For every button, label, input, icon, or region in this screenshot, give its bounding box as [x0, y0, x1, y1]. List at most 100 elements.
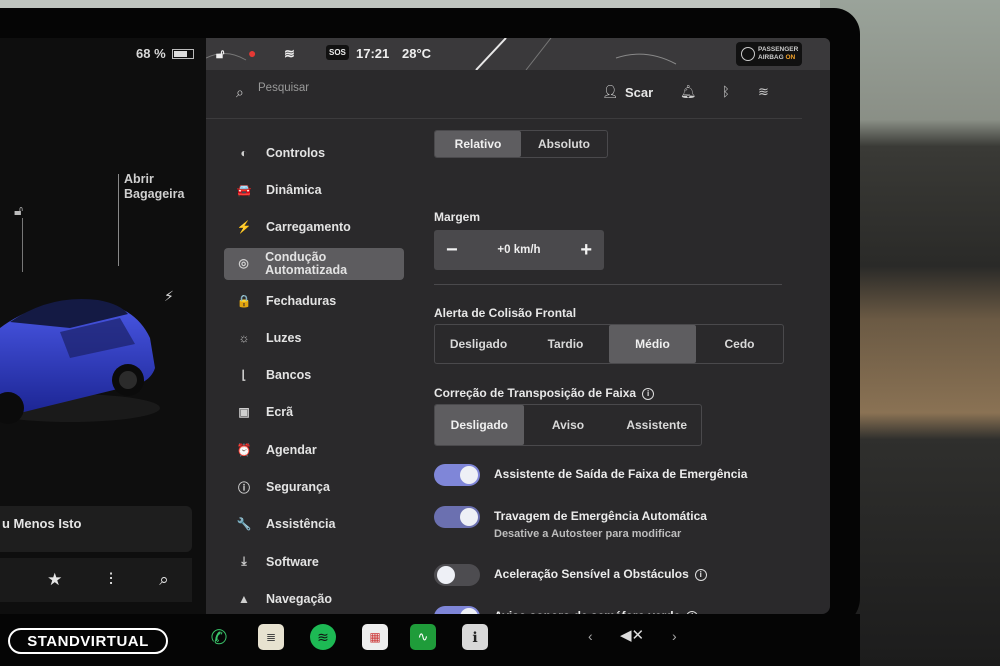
toggle-knob	[460, 466, 478, 484]
manual-app-icon[interactable]: ℹ	[462, 624, 488, 650]
sidebar-item-bolt[interactable]: ⚡ Carregamento	[224, 209, 404, 246]
settings-pane: 🔓︎ ● ≋ SOS 17:21 28°C PASSENGER AIRBAG O…	[205, 38, 830, 614]
media-controls: ★ ⫶ ⌕	[0, 558, 192, 602]
distance-mode-selector: Relativo Absoluto	[434, 130, 608, 158]
toggle-switch[interactable]	[434, 464, 480, 486]
energy-app-icon[interactable]: ∿	[410, 624, 436, 650]
margin-stepper: − +0 km/h +	[434, 230, 604, 270]
toggle-switch[interactable]	[434, 506, 480, 528]
toggle-label: Travagem de Emergência Automática	[494, 509, 707, 523]
toggle-sublabel: Desative a Autosteer para modificar	[494, 528, 682, 540]
toggle-row: Assistente de Saída de Faixa de Emergênc…	[434, 464, 794, 504]
toggle-label: Aceleração Sensível a Obstáculos i	[494, 567, 707, 581]
light-icon: ☼	[238, 330, 250, 345]
status-bar: 🔓︎ ● ≋ SOS 17:21 28°C PASSENGER AIRBAG O…	[206, 38, 830, 70]
sidebar-item-light[interactable]: ☼ Luzes	[224, 319, 404, 356]
sentry-record-icon[interactable]: ●	[248, 45, 256, 61]
wrench-icon: 🔧	[236, 517, 252, 532]
toggle-switch[interactable]	[434, 606, 480, 614]
bluetooth-icon[interactable]: ᛒ	[722, 84, 730, 99]
margin-increase-button[interactable]: +	[580, 239, 592, 262]
margin-label: Margem	[434, 210, 481, 224]
battery-percent: 68 %	[136, 46, 166, 61]
media-track-title: u Menos Isto	[2, 516, 82, 531]
lock-icon: 🔒	[236, 293, 252, 308]
sidebar-item-label: Navegação	[266, 591, 333, 606]
driver-profile-name[interactable]: Scar	[625, 85, 653, 100]
alert-icon: ⓘ	[237, 480, 250, 495]
airbag-text: PASSENGER	[758, 46, 799, 53]
toggle-row: Aceleração Sensível a Obstáculos i	[434, 564, 794, 604]
info-icon[interactable]: i	[694, 569, 707, 581]
collision-alert-option[interactable]: Tardio	[522, 325, 609, 363]
frunk-unlock-icon[interactable]: 🔓︎	[14, 202, 23, 219]
lane-departure-option[interactable]: Aviso	[524, 405, 613, 445]
sidebar-item-label: Assistência	[266, 517, 336, 532]
airbag-text-2: AIRBAG	[758, 54, 784, 61]
notes-app-icon[interactable]: ≣	[258, 624, 284, 650]
media-player-card[interactable]: u Menos Isto	[0, 506, 192, 552]
sidebar-item-clock[interactable]: ⏰ Agendar	[224, 431, 404, 468]
open-trunk-button[interactable]: Abrir Bagageira	[124, 172, 204, 202]
sos-badge[interactable]: SOS	[326, 45, 349, 60]
settings-header: ⌕ 👤︎ Scar 🔔︎ ᛒ ≋	[206, 74, 802, 118]
unlock-status-icon[interactable]: 🔓︎	[216, 46, 224, 62]
sidebar-item-wrench[interactable]: 🔧 Assistência	[224, 506, 404, 543]
phone-app-icon[interactable]: ✆	[206, 624, 232, 650]
chevron-right-icon[interactable]: ›	[672, 628, 677, 644]
sidebar-item-label: Agendar	[266, 442, 317, 457]
battery-icon	[171, 48, 194, 59]
equalizer-icon[interactable]: ⫶	[109, 570, 113, 590]
collision-alert-option[interactable]: Cedo	[696, 325, 783, 363]
sidebar-item-display[interactable]: ▣ Ecrã	[224, 394, 404, 431]
collision-alert-label: Alerta de Colisão Frontal	[434, 306, 577, 320]
sidebar-item-label: Software	[266, 554, 319, 569]
wifi-status-icon: ≋	[284, 46, 295, 61]
sidebar-item-car[interactable]: 🚘 Dinâmica	[224, 171, 404, 208]
lane-departure-selector: Desligado Aviso Assistente	[434, 404, 702, 446]
apps-launcher-icon[interactable]: ▦	[362, 624, 388, 650]
sidebar-item-label: Carregamento	[266, 220, 351, 235]
navigation-icon: ▲	[238, 591, 250, 606]
bell-icon[interactable]: 🔔︎	[680, 84, 697, 100]
collision-alert-selector: Desligado Tardio Médio Cedo	[434, 324, 784, 364]
sidebar-item-steering-wheel[interactable]: ◎ Condução Automatizada	[224, 247, 404, 280]
touchscreen: 68 % Abrir Bagageira 🔓︎ ⚡︎ u Menos Isto	[0, 38, 830, 614]
media-search-icon[interactable]: ⌕	[159, 570, 169, 590]
info-icon[interactable]: i	[642, 388, 655, 400]
bolt-icon: ⚡	[236, 220, 252, 235]
favorite-star-icon[interactable]: ★	[47, 570, 62, 590]
toggle-icon: ◐	[240, 145, 248, 160]
airbag-state: ON	[785, 54, 796, 61]
sidebar-item-label: Bancos	[266, 368, 312, 383]
margin-value: +0 km/h	[497, 244, 541, 256]
sidebar-item-alert[interactable]: ⓘ Segurança	[224, 468, 404, 505]
spotify-app-icon[interactable]: ≋	[310, 624, 336, 650]
toggle-switch[interactable]	[434, 564, 480, 586]
collision-alert-option[interactable]: Desligado	[435, 325, 522, 363]
distance-mode-option[interactable]: Absoluto	[521, 131, 607, 157]
chevron-left-icon[interactable]: ‹	[588, 628, 593, 644]
sidebar-item-lock[interactable]: 🔒 Fechaduras	[224, 282, 404, 319]
sidebar-item-navigation[interactable]: ▲ Navegação	[224, 580, 404, 614]
sidebar-item-label: Ecrã	[266, 405, 294, 420]
wifi-icon[interactable]: ≋	[758, 84, 769, 100]
sidebar-item-toggle[interactable]: ◐ Controlos	[224, 134, 404, 171]
trunk-pointer-line	[118, 174, 119, 266]
sidebar-item-download[interactable]: ⤓ Software	[224, 543, 404, 580]
toggle-knob	[437, 566, 455, 584]
sidebar-item-seat[interactable]: ⌊ Bancos	[224, 356, 404, 393]
margin-decrease-button[interactable]: −	[446, 239, 458, 262]
collision-alert-option[interactable]: Médio	[609, 325, 696, 363]
lane-departure-text: Correção de Transposição de Faixa	[434, 386, 637, 400]
volume-mute-icon[interactable]: ◀✕	[620, 626, 644, 644]
toggle-label-text: Travagem de Emergência Automática	[494, 509, 707, 523]
lane-departure-option[interactable]: Assistente	[612, 405, 701, 445]
settings-sidebar: ◐ Controlos 🚘 Dinâmica ⚡ Carregamento ◎ Conduçã…	[224, 134, 404, 614]
airbag-icon	[741, 47, 755, 61]
outside-temperature: 28°C	[402, 46, 432, 61]
lane-departure-option[interactable]: Desligado	[435, 405, 524, 445]
search-input[interactable]	[258, 82, 458, 94]
distance-mode-option[interactable]: Relativo	[435, 131, 521, 157]
user-icon[interactable]: 👤︎	[602, 84, 619, 100]
